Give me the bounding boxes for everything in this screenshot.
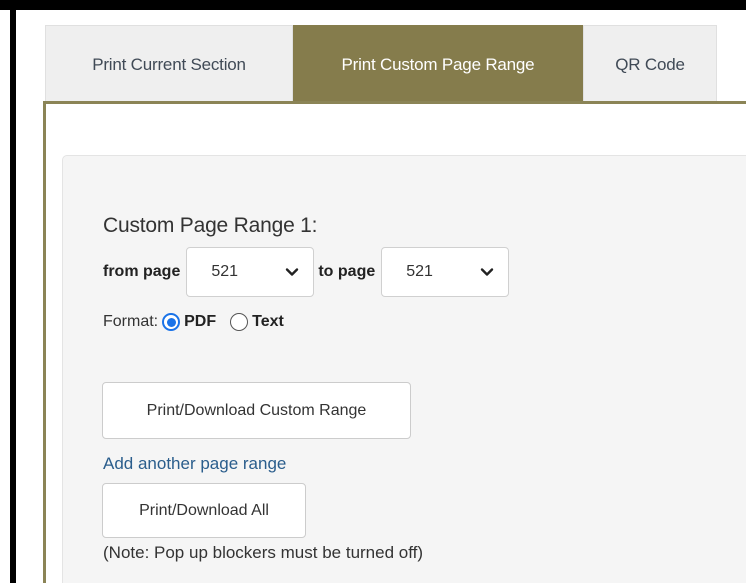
- to-page-value: 521: [406, 263, 433, 280]
- to-page-label: to page: [318, 263, 376, 280]
- to-page-select[interactable]: 521: [381, 247, 510, 297]
- popup-blocker-note: (Note: Pop up blockers must be turned of…: [103, 543, 424, 562]
- add-another-page-range-link[interactable]: Add another page range: [103, 454, 286, 474]
- print-download-all-button[interactable]: Print/Download All: [102, 483, 306, 538]
- format-pdf-label[interactable]: PDF: [184, 313, 216, 331]
- from-page-select[interactable]: 521: [186, 247, 315, 297]
- format-label: Format:: [103, 313, 159, 330]
- chevron-down-icon: [481, 268, 494, 276]
- from-page-label: from page: [103, 263, 181, 280]
- range-title: Custom Page Range 1:: [103, 214, 318, 237]
- format-text-radio[interactable]: [230, 313, 249, 331]
- from-page-value: 521: [211, 263, 239, 280]
- tab-print-current-section[interactable]: Print Current Section: [45, 25, 293, 103]
- tab-qr-code[interactable]: QR Code: [583, 25, 717, 103]
- format-pdf-radio[interactable]: [162, 313, 181, 331]
- tab-bar: Print Current Section Print Custom Page …: [45, 25, 717, 103]
- chevron-down-icon: [286, 268, 299, 276]
- tab-print-custom-page-range[interactable]: Print Custom Page Range: [293, 25, 583, 103]
- page-range-row: from page 521 to page 521: [103, 247, 510, 297]
- format-row: Format: PDF Text: [103, 309, 284, 335]
- print-download-custom-range-button[interactable]: Print/Download Custom Range: [102, 382, 411, 439]
- window-frame-top: [0, 0, 746, 10]
- format-text-label[interactable]: Text: [252, 313, 284, 331]
- window-frame-left: [10, 0, 16, 583]
